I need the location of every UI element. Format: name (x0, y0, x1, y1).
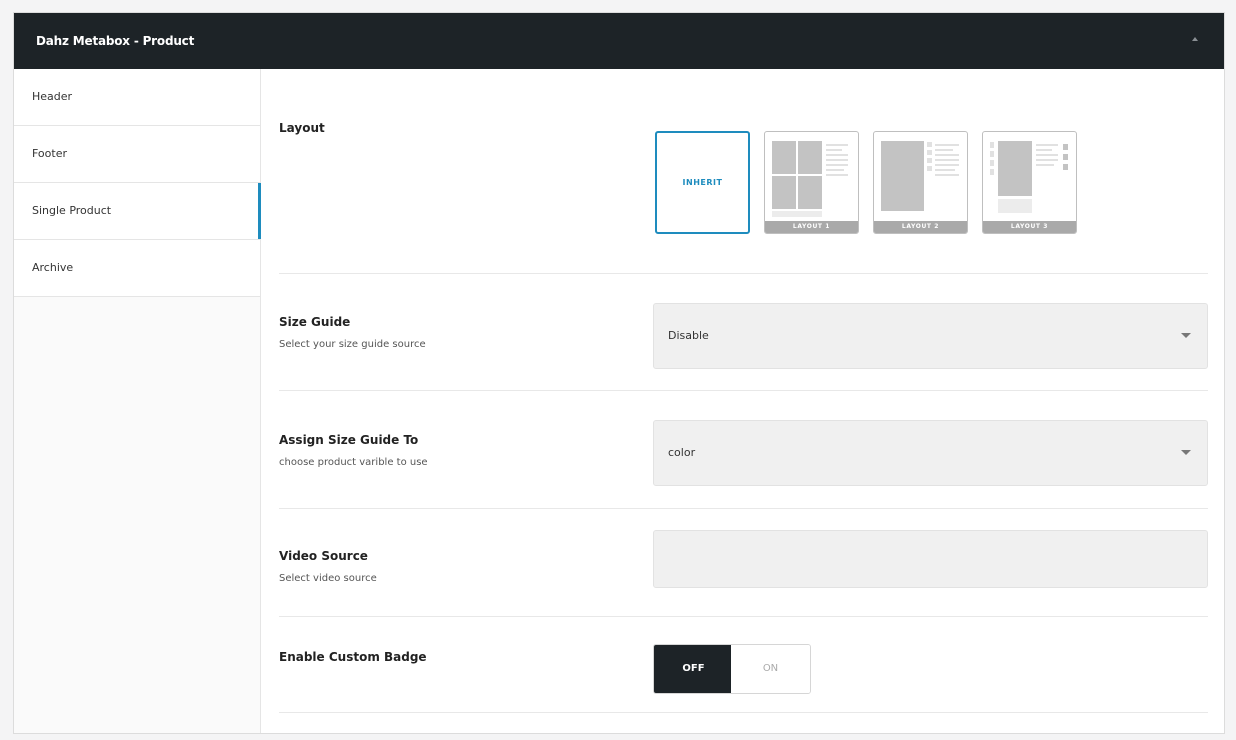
assign-size-guide-title: Assign Size Guide To (279, 433, 419, 447)
size-guide-value: Disable (668, 329, 709, 342)
metabox-header[interactable]: Dahz Metabox - Product (14, 13, 1224, 69)
video-source-input[interactable] (653, 530, 1208, 588)
layout-title: Layout (279, 121, 325, 135)
layout-option-label: LAYOUT 2 (874, 221, 967, 233)
video-source-description: Select video source (279, 573, 377, 584)
layout-option-2[interactable]: LAYOUT 2 (873, 131, 968, 234)
sidebar-item-label: Footer (32, 147, 67, 160)
settings-content: Layout INHERIT LAYOUT 1 LAYOUT 2 LAYOUT … (261, 69, 1224, 733)
custom-badge-title: Enable Custom Badge (279, 650, 427, 664)
chevron-down-icon (1181, 333, 1191, 338)
custom-badge-row: Enable Custom Badge OFF ON (279, 616, 1208, 713)
video-source-title: Video Source (279, 549, 368, 563)
size-guide-select[interactable]: Disable (653, 303, 1208, 369)
size-guide-title: Size Guide (279, 315, 351, 329)
layout-option-inherit[interactable]: INHERIT (655, 131, 750, 234)
layout-option-label: LAYOUT 3 (983, 221, 1076, 233)
sidebar-item-label: Single Product (32, 204, 112, 217)
layout-option-3[interactable]: LAYOUT 3 (982, 131, 1077, 234)
sidebar-item-label: Header (32, 90, 73, 103)
layout-option-label: INHERIT (682, 178, 723, 187)
assign-size-guide-row: Assign Size Guide To choose product vari… (279, 390, 1208, 509)
toggle-off-button[interactable]: OFF (654, 645, 733, 693)
layout-row: Layout INHERIT LAYOUT 1 LAYOUT 2 LAYOUT … (279, 69, 1208, 274)
assign-size-guide-description: choose product varible to use (279, 457, 428, 468)
sidebar-item-archive[interactable]: Archive (14, 240, 260, 297)
sidebar-item-label: Archive (32, 261, 74, 274)
size-guide-row: Size Guide Select your size guide source… (279, 273, 1208, 391)
sidebar-item-single-product[interactable]: Single Product (14, 183, 261, 240)
custom-badge-toggle[interactable]: OFF ON (653, 644, 811, 694)
sidebar-item-header[interactable]: Header (14, 69, 260, 126)
assign-size-guide-select[interactable]: color (653, 420, 1208, 486)
metabox-title: Dahz Metabox - Product (36, 34, 195, 48)
layout-option-1[interactable]: LAYOUT 1 (764, 131, 859, 234)
assign-size-guide-value: color (668, 446, 696, 459)
video-source-row: Video Source Select video source (279, 508, 1208, 617)
layout-option-label: LAYOUT 1 (765, 221, 858, 233)
size-guide-description: Select your size guide source (279, 339, 426, 350)
collapse-icon[interactable] (1192, 37, 1198, 41)
chevron-down-icon (1181, 450, 1191, 455)
sidebar: Header Footer Single Product Archive (14, 69, 261, 733)
metabox-panel: Dahz Metabox - Product Header Footer Sin… (13, 12, 1225, 734)
toggle-on-button[interactable]: ON (731, 645, 810, 693)
sidebar-item-footer[interactable]: Footer (14, 126, 260, 183)
